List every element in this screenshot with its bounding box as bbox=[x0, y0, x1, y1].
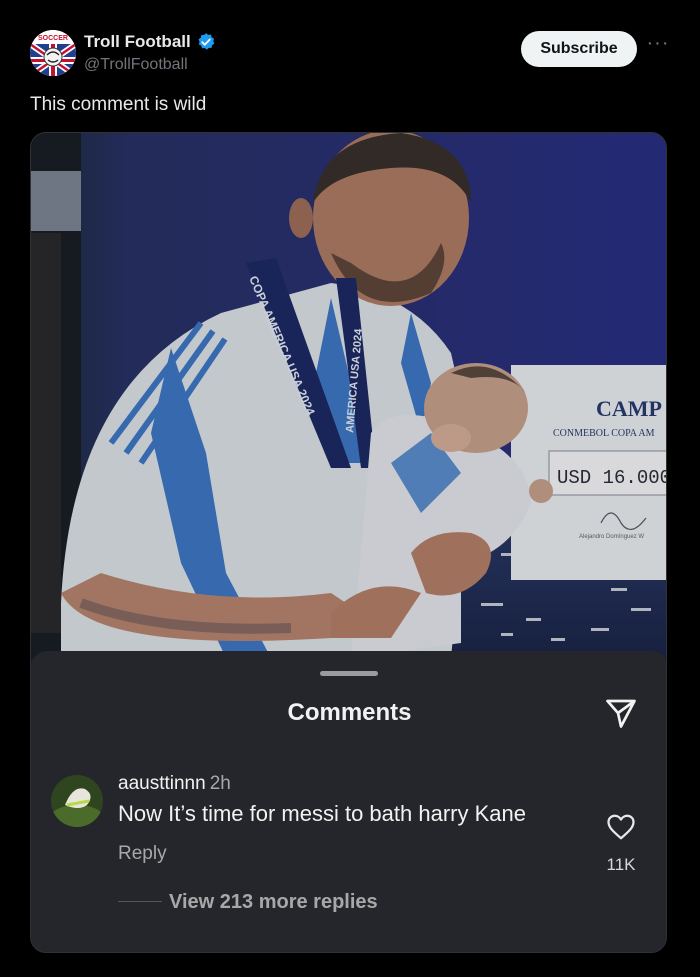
author-handle[interactable]: @TrollFootball bbox=[84, 56, 188, 74]
sheet-drag-handle[interactable] bbox=[320, 671, 378, 676]
svg-text:SOCCER: SOCCER bbox=[38, 35, 68, 42]
tweet-text: This comment is wild bbox=[30, 94, 207, 115]
subscribe-button[interactable]: Subscribe bbox=[521, 31, 637, 67]
comments-title: Comments bbox=[287, 699, 412, 726]
tweet-media[interactable]: CAMP CONMEBOL COPA AM USD 16.000 Alejand… bbox=[30, 132, 667, 953]
comments-sheet: Comments aausttinnn 2h Now It’s time for … bbox=[31, 651, 666, 952]
view-replies-divider bbox=[118, 901, 162, 902]
tweet-header: SOCCER Troll Football @TrollFootball Sub… bbox=[30, 28, 670, 78]
reply-button[interactable]: Reply bbox=[118, 843, 167, 865]
send-icon[interactable] bbox=[603, 695, 639, 731]
commenter-username[interactable]: aausttinnn bbox=[118, 773, 206, 794]
comment-like-count: 11K bbox=[606, 855, 636, 874]
verified-badge-icon bbox=[198, 33, 215, 50]
author-avatar[interactable]: SOCCER bbox=[30, 30, 76, 76]
messi-holding-baby-photo[interactable]: CAMP CONMEBOL COPA AM USD 16.000 Alejand… bbox=[31, 133, 666, 658]
view-more-replies-link[interactable]: View 213 more replies bbox=[169, 891, 378, 914]
more-options-icon[interactable]: ··· bbox=[646, 33, 670, 58]
commenter-avatar[interactable] bbox=[51, 775, 103, 827]
comment-username-row: aausttinnn 2h bbox=[118, 773, 231, 795]
comment-time: 2h bbox=[209, 773, 231, 794]
heart-icon[interactable] bbox=[606, 813, 636, 841]
author-display-name[interactable]: Troll Football bbox=[84, 32, 191, 52]
comment-text: Now It’s time for messi to bath harry Ka… bbox=[118, 801, 526, 826]
